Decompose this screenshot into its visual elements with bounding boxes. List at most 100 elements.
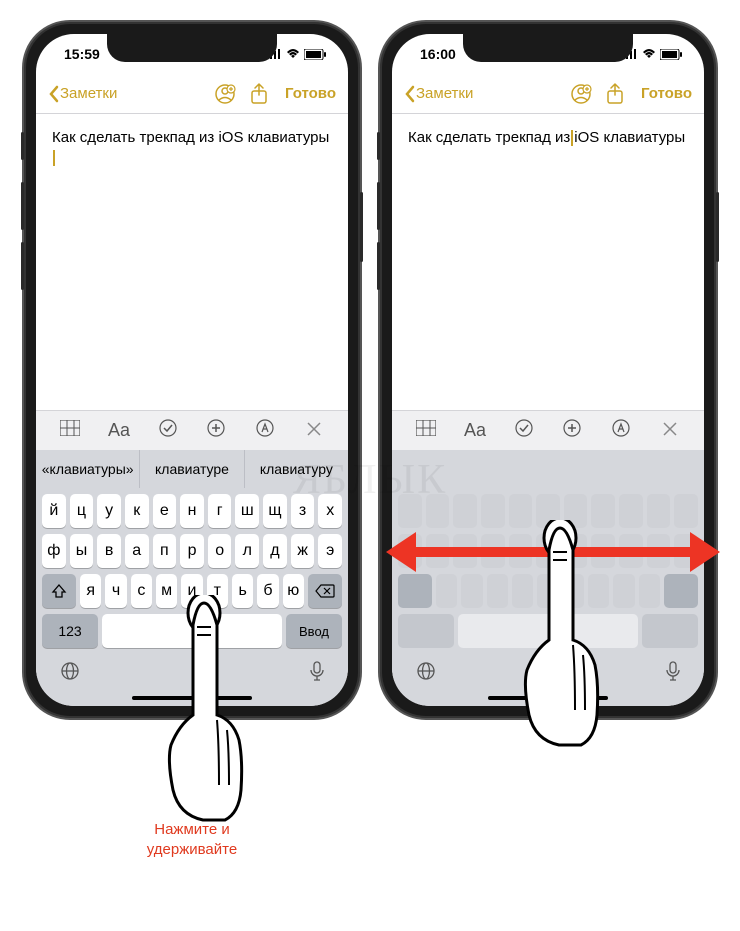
suggestion-2[interactable]: клавиатуре <box>140 450 244 488</box>
home-indicator[interactable] <box>36 690 348 706</box>
space-key-blank[interactable] <box>458 614 638 648</box>
mic-icon[interactable] <box>310 661 324 686</box>
note-content[interactable]: Как сделать трекпад из iOS клавиатуры <box>36 114 348 410</box>
key-и[interactable]: и <box>181 574 202 608</box>
blank-key[interactable] <box>512 574 533 608</box>
back-button[interactable]: Заметки <box>404 85 473 103</box>
key-щ[interactable]: щ <box>263 494 287 528</box>
mute-switch[interactable] <box>377 132 380 160</box>
blank-key[interactable] <box>563 574 584 608</box>
checklist-icon[interactable] <box>510 419 538 442</box>
mic-icon[interactable] <box>666 661 680 686</box>
enter-key[interactable]: Ввод <box>286 614 342 648</box>
power-button[interactable] <box>716 192 719 262</box>
key-ф[interactable]: ф <box>42 534 66 568</box>
blank-key[interactable] <box>481 494 505 528</box>
key-с[interactable]: с <box>131 574 152 608</box>
key-м[interactable]: м <box>156 574 177 608</box>
share-button[interactable] <box>601 80 629 108</box>
blank-key[interactable] <box>436 574 457 608</box>
keyboard[interactable]: йцукенгшщзх фывапролджэ ячсмитьбю 123 Вв… <box>36 488 348 656</box>
globe-icon[interactable] <box>60 661 80 686</box>
blank-key[interactable] <box>647 494 671 528</box>
markup-icon[interactable] <box>251 419 279 442</box>
key-ч[interactable]: ч <box>105 574 126 608</box>
key-о[interactable]: о <box>208 534 232 568</box>
blank-key[interactable] <box>613 574 634 608</box>
globe-icon[interactable] <box>416 661 436 686</box>
key-ш[interactable]: ш <box>235 494 259 528</box>
key-з[interactable]: з <box>291 494 315 528</box>
blank-key[interactable] <box>674 494 698 528</box>
blank-key[interactable] <box>639 574 660 608</box>
key-л[interactable]: л <box>235 534 259 568</box>
shift-key-blank[interactable] <box>398 574 432 608</box>
key-р[interactable]: р <box>180 534 204 568</box>
keyboard-trackpad[interactable] <box>392 488 704 656</box>
key-ю[interactable]: ю <box>283 574 304 608</box>
add-icon[interactable] <box>558 419 586 442</box>
text-format-button[interactable]: Aa <box>105 420 133 441</box>
done-button[interactable]: Готово <box>641 85 692 102</box>
blank-key[interactable] <box>461 574 482 608</box>
key-ы[interactable]: ы <box>70 534 94 568</box>
enter-key-blank[interactable] <box>642 614 698 648</box>
key-г[interactable]: г <box>208 494 232 528</box>
blank-key[interactable] <box>564 494 588 528</box>
close-icon[interactable] <box>300 420 328 441</box>
key-д[interactable]: д <box>263 534 287 568</box>
numeric-key-blank[interactable] <box>398 614 454 648</box>
add-person-button[interactable] <box>211 80 239 108</box>
key-й[interactable]: й <box>42 494 66 528</box>
blank-key[interactable] <box>398 494 422 528</box>
blank-key[interactable] <box>588 574 609 608</box>
key-а[interactable]: а <box>125 534 149 568</box>
suggestion-1[interactable]: «клавиатуры» <box>36 450 140 488</box>
key-ж[interactable]: ж <box>291 534 315 568</box>
key-в[interactable]: в <box>97 534 121 568</box>
back-button[interactable]: Заметки <box>48 85 117 103</box>
blank-key[interactable] <box>536 494 560 528</box>
power-button[interactable] <box>360 192 363 262</box>
close-icon[interactable] <box>656 420 684 441</box>
key-к[interactable]: к <box>125 494 149 528</box>
volume-up[interactable] <box>377 182 380 230</box>
blank-key[interactable] <box>487 574 508 608</box>
add-person-button[interactable] <box>567 80 595 108</box>
space-key[interactable] <box>102 614 282 648</box>
volume-down[interactable] <box>21 242 24 290</box>
mute-switch[interactable] <box>21 132 24 160</box>
blank-key[interactable] <box>537 574 558 608</box>
blank-key[interactable] <box>453 494 477 528</box>
suggestion-3[interactable]: клавиатуру <box>245 450 348 488</box>
shift-key[interactable] <box>42 574 76 608</box>
share-button[interactable] <box>245 80 273 108</box>
key-ц[interactable]: ц <box>70 494 94 528</box>
volume-down[interactable] <box>377 242 380 290</box>
key-н[interactable]: н <box>180 494 204 528</box>
key-е[interactable]: е <box>153 494 177 528</box>
home-indicator[interactable] <box>392 690 704 706</box>
numeric-key[interactable]: 123 <box>42 614 98 648</box>
add-icon[interactable] <box>202 419 230 442</box>
key-э[interactable]: э <box>318 534 342 568</box>
blank-key[interactable] <box>509 494 533 528</box>
blank-key[interactable] <box>619 494 643 528</box>
backspace-key[interactable] <box>308 574 342 608</box>
table-icon[interactable] <box>56 420 84 441</box>
key-т[interactable]: т <box>207 574 228 608</box>
checklist-icon[interactable] <box>154 419 182 442</box>
table-icon[interactable] <box>412 420 440 441</box>
blank-key[interactable] <box>591 494 615 528</box>
text-format-button[interactable]: Aa <box>461 420 489 441</box>
note-content[interactable]: Как сделать трекпад изiOS клавиатуры <box>392 114 704 410</box>
key-б[interactable]: б <box>257 574 278 608</box>
key-п[interactable]: п <box>153 534 177 568</box>
done-button[interactable]: Готово <box>285 85 336 102</box>
backspace-key-blank[interactable] <box>664 574 698 608</box>
volume-up[interactable] <box>21 182 24 230</box>
blank-key[interactable] <box>426 494 450 528</box>
markup-icon[interactable] <box>607 419 635 442</box>
key-ь[interactable]: ь <box>232 574 253 608</box>
key-я[interactable]: я <box>80 574 101 608</box>
